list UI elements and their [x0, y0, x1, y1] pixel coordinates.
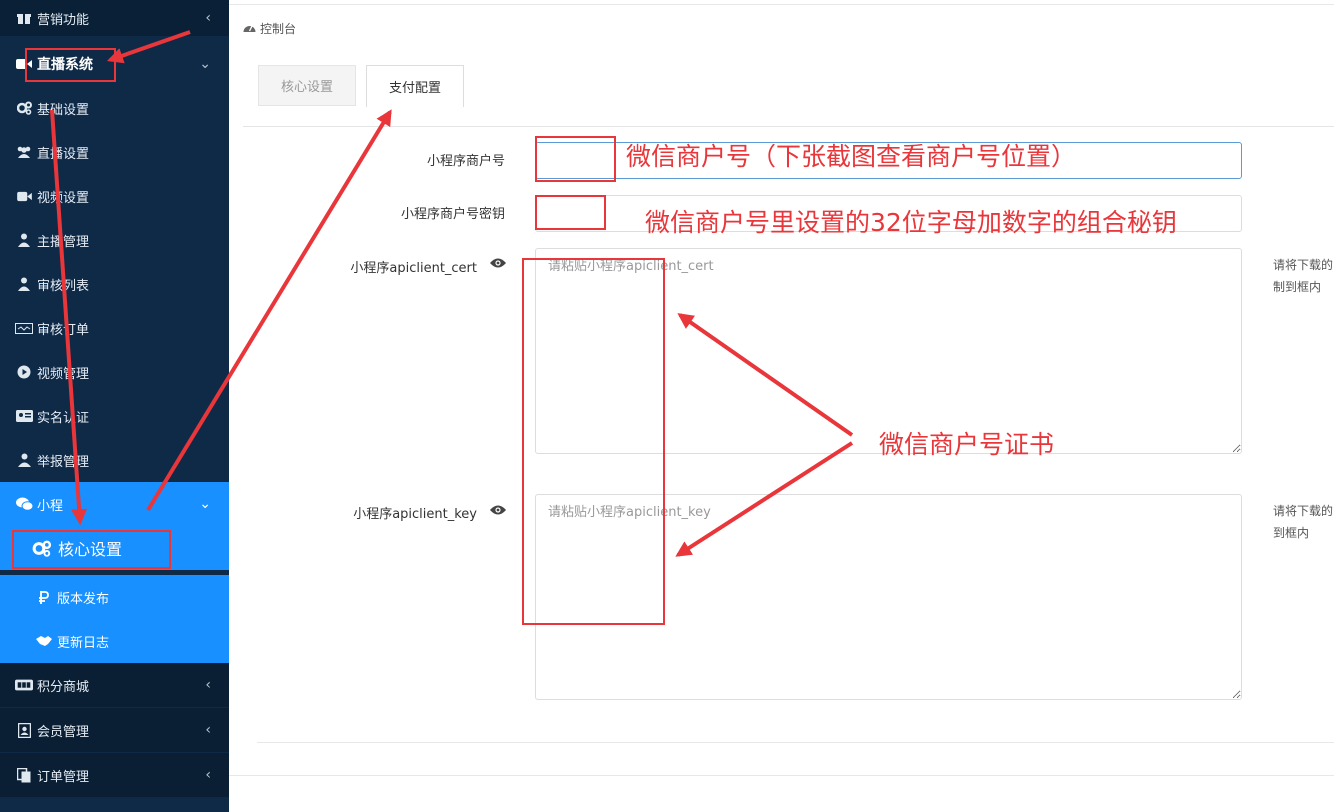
- sidebar-item-review-list[interactable]: 审核列表: [0, 262, 229, 306]
- sidebar-subitem-version-release[interactable]: 版本发布: [0, 575, 229, 619]
- sidebar-item-label: 更新日志: [57, 635, 110, 651]
- cert-hint: 请将下载的 制到框内: [1273, 258, 1334, 294]
- sidebar-item-label: 视频管理: [37, 366, 90, 382]
- sidebar-item-label: 直播系统: [37, 57, 93, 73]
- sidebar-item-label: 基础设置: [37, 102, 90, 118]
- key-textarea[interactable]: [535, 494, 1242, 700]
- sidebar-subitem-changelog[interactable]: 更新日志: [0, 619, 229, 663]
- sidebar-item-mini-program[interactable]: 小程 ⌄: [0, 482, 229, 526]
- sidebar-item-label: 积分商城: [37, 679, 90, 695]
- sidebar-item-anchor-management[interactable]: 主播管理: [0, 218, 229, 262]
- eye-icon[interactable]: [490, 504, 506, 520]
- chevron-down-icon: ⌄: [199, 56, 211, 72]
- sidebar-item-report-management[interactable]: 举报管理: [0, 438, 229, 482]
- handshake-icon: [35, 635, 53, 647]
- tabs-divider: [243, 126, 1334, 127]
- chevron-left-icon: ‹: [205, 722, 211, 738]
- top-bar: [229, 0, 1334, 5]
- sidebar-item-label: 版本发布: [57, 591, 110, 607]
- merchant-id-label: 小程序商户号: [426, 154, 505, 169]
- contact-book-icon: [15, 722, 33, 738]
- merchant-key-input[interactable]: [535, 195, 1242, 232]
- sidebar-item-label: 主播管理: [37, 234, 90, 250]
- sidebar-item-label: 举报管理: [37, 454, 90, 470]
- user-shield-icon: [15, 453, 33, 467]
- sidebar-item-label: 会员管理: [37, 724, 90, 740]
- sidebar-item-live-system[interactable]: 直播系统 ⌄: [0, 42, 229, 86]
- copy-icon: [15, 767, 33, 783]
- tab-label: 核心设置: [280, 80, 333, 95]
- sidebar-item-member-management[interactable]: 会员管理 ‹: [0, 708, 229, 752]
- sidebar: 营销功能 ‹ 直播系统 ⌄ 基础设置 直播设置 视频设置 主播管理 审核列表 审…: [0, 0, 229, 812]
- eye-icon[interactable]: [490, 257, 506, 273]
- sidebar-item-marketing[interactable]: 营销功能 ‹: [0, 0, 229, 36]
- play-circle-icon: [15, 365, 33, 379]
- chevron-left-icon: ‹: [205, 767, 211, 783]
- sidebar-item-video-settings[interactable]: 视频设置: [0, 174, 229, 218]
- sidebar-item-label: 实名认证: [37, 410, 90, 426]
- sidebar-item-label: 营销功能: [37, 12, 90, 28]
- sidebar-item-live-settings[interactable]: 直播设置: [0, 130, 229, 174]
- tab-payment-config[interactable]: 支付配置: [366, 65, 464, 107]
- breadcrumb-label: 控制台: [260, 22, 297, 36]
- cert-label: 小程序apiclient_cert: [350, 261, 477, 276]
- sidebar-item-label: 审核订单: [37, 322, 90, 338]
- tab-label: 支付配置: [388, 81, 441, 96]
- rouble-icon: [35, 590, 53, 604]
- sidebar-item-label: 视频设置: [37, 190, 90, 206]
- key-hint: 请将下载的 到框内: [1273, 504, 1334, 540]
- tab-core-settings[interactable]: 核心设置: [258, 65, 356, 106]
- users-icon: [15, 146, 33, 158]
- gift-icon: [15, 11, 33, 25]
- chevron-down-icon: ⌄: [199, 496, 211, 512]
- sidebar-item-label: 订单管理: [37, 769, 90, 785]
- sidebar-item-basic-settings[interactable]: 基础设置: [0, 86, 229, 130]
- sidebar-item-video-management[interactable]: 视频管理: [0, 350, 229, 394]
- dashboard-icon: [243, 22, 256, 36]
- sidebar-item-real-name[interactable]: 实名认证: [0, 394, 229, 438]
- id-card-icon: [15, 410, 33, 422]
- key-label: 小程序apiclient_key: [353, 507, 477, 522]
- gears-icon: [15, 101, 33, 115]
- sidebar-item-order-management[interactable]: 订单管理 ‹: [0, 753, 229, 797]
- footer-divider: [229, 775, 1334, 776]
- wechat-icon: [15, 497, 33, 511]
- sidebar-item-label: 小程: [37, 498, 64, 514]
- user-icon: [15, 277, 33, 291]
- video-camera-icon: [15, 58, 33, 70]
- form-divider: [257, 742, 1334, 743]
- cert-textarea[interactable]: [535, 248, 1242, 454]
- chevron-left-icon: ‹: [205, 677, 211, 693]
- chevron-left-icon: ‹: [205, 10, 211, 26]
- main-content: 控制台 核心设置 支付配置 小程序商户号 小程序商户号密钥 小程序apiclie…: [229, 0, 1334, 812]
- card-icon: [15, 322, 33, 334]
- breadcrumb[interactable]: 控制台: [243, 20, 296, 37]
- merchant-key-label: 小程序商户号密钥: [400, 207, 505, 222]
- jcb-card-icon: [15, 679, 33, 691]
- user-icon: [15, 233, 33, 247]
- sidebar-subitem-core-settings[interactable]: [0, 526, 229, 570]
- sidebar-item-label: 审核列表: [37, 278, 90, 294]
- sidebar-item-review-orders[interactable]: 审核订单: [0, 306, 229, 350]
- sidebar-item-points-mall[interactable]: 积分商城 ‹: [0, 663, 229, 707]
- merchant-id-input[interactable]: [535, 142, 1242, 179]
- sidebar-item-label: 直播设置: [37, 146, 90, 162]
- video-camera-icon: [15, 191, 33, 202]
